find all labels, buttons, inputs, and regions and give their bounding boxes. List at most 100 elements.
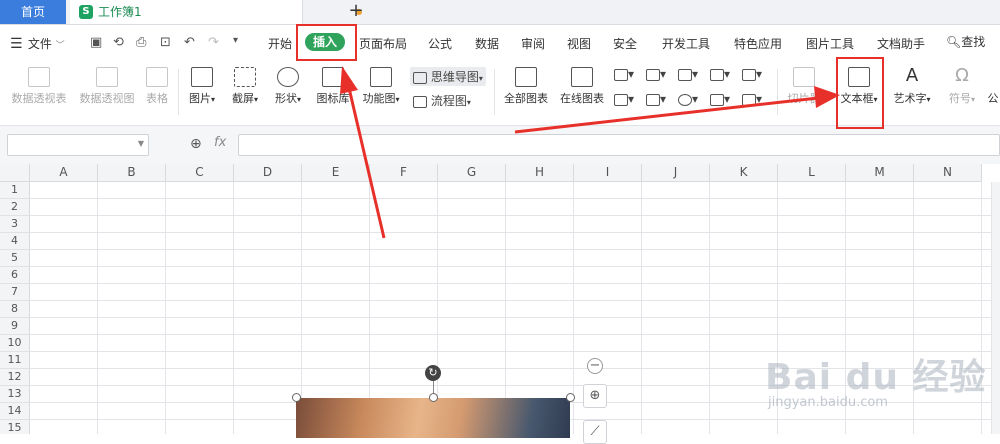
- row-header[interactable]: 8: [0, 301, 30, 318]
- format-painter-icon[interactable]: ⟲: [113, 35, 124, 50]
- wordart-button[interactable]: A 艺术字▾: [890, 67, 934, 106]
- menu-data[interactable]: 数据: [475, 35, 499, 52]
- shape-button[interactable]: 形状▾: [270, 67, 306, 106]
- icon-library-label: 图标库: [316, 92, 350, 105]
- row-header[interactable]: 12: [0, 369, 30, 386]
- area-chart-icon[interactable]: ▾: [742, 67, 762, 81]
- mindmap-button[interactable]: 思维导图▾: [410, 67, 486, 86]
- menu-view[interactable]: 视图: [567, 35, 591, 52]
- rotate-handle-icon[interactable]: ↻: [425, 365, 441, 381]
- customize-arrow-icon[interactable]: ▾: [233, 35, 238, 46]
- column-header[interactable]: H: [506, 164, 574, 182]
- row-header[interactable]: 2: [0, 199, 30, 216]
- column-header[interactable]: C: [166, 164, 234, 182]
- print-preview-icon[interactable]: ⊡: [160, 35, 171, 50]
- function-chart-icon: [370, 67, 392, 87]
- grid-line: [30, 300, 1000, 301]
- row-header[interactable]: 6: [0, 267, 30, 284]
- menu-formulas[interactable]: 公式: [428, 35, 452, 52]
- new-tab-button[interactable]: +: [346, 0, 366, 24]
- crop-picture-button[interactable]: ⟋: [583, 420, 607, 444]
- resize-handle-top-right[interactable]: [566, 393, 575, 402]
- ribbon-divider: [777, 69, 778, 115]
- search-button[interactable]: 🔍︎查找: [946, 33, 985, 50]
- online-chart-button[interactable]: 在线图表: [557, 67, 607, 106]
- row-header[interactable]: 3: [0, 216, 30, 233]
- menu-features[interactable]: 特色应用: [734, 35, 782, 52]
- menu-home[interactable]: 开始: [268, 35, 292, 52]
- formula-button[interactable]: 公: [986, 67, 1000, 106]
- undo-icon[interactable]: ↶: [184, 35, 195, 50]
- row-header[interactable]: 5: [0, 250, 30, 267]
- pivot-chart-button[interactable]: 数据透视图: [76, 67, 138, 106]
- column-header[interactable]: M: [846, 164, 914, 182]
- row-header[interactable]: 1: [0, 182, 30, 199]
- radar-chart-icon[interactable]: ▾: [710, 67, 730, 81]
- fx-icon[interactable]: fx: [214, 135, 226, 150]
- tab-workbook[interactable]: S 工作簿1: [70, 0, 362, 24]
- picture-button[interactable]: 图片▾: [184, 67, 220, 106]
- grid-line: [30, 198, 1000, 199]
- function-chart-button[interactable]: 功能图▾: [358, 67, 404, 106]
- other-chart-icon[interactable]: ▾: [742, 92, 762, 106]
- row-header[interactable]: 7: [0, 284, 30, 301]
- pivot-table-button[interactable]: 数据透视表: [8, 67, 70, 106]
- row-header[interactable]: 4: [0, 233, 30, 250]
- menu-doc-assistant[interactable]: 文档助手: [877, 35, 925, 52]
- all-charts-label: 全部图表: [504, 92, 548, 105]
- column-header[interactable]: J: [642, 164, 710, 182]
- menu-picture-tools[interactable]: 图片工具: [806, 35, 854, 52]
- save-icon[interactable]: ▣: [90, 35, 102, 50]
- resize-handle-top-left[interactable]: [292, 393, 301, 402]
- row-header[interactable]: 14: [0, 403, 30, 420]
- column-header[interactable]: E: [302, 164, 370, 182]
- tab-home[interactable]: 首页: [0, 0, 66, 24]
- row-header[interactable]: 13: [0, 386, 30, 403]
- menu-page-layout[interactable]: 页面布局: [359, 35, 407, 52]
- row-header[interactable]: 10: [0, 335, 30, 352]
- column-header[interactable]: L: [778, 164, 846, 182]
- all-charts-button[interactable]: 全部图表: [502, 67, 550, 106]
- zoom-icon[interactable]: ⊕: [190, 136, 202, 152]
- column-header[interactable]: D: [234, 164, 302, 182]
- tab-bar: 首页 S 工作簿1 +: [0, 0, 1000, 25]
- column-header[interactable]: I: [574, 164, 642, 182]
- menu-security[interactable]: 安全: [613, 35, 637, 52]
- vertical-scrollbar[interactable]: [991, 182, 1000, 434]
- row-header[interactable]: 9: [0, 318, 30, 335]
- zoom-in-picture-button[interactable]: ⊕: [583, 384, 607, 408]
- row-header[interactable]: 15: [0, 420, 30, 434]
- redo-icon[interactable]: ↷: [208, 35, 219, 50]
- name-box[interactable]: ▼: [7, 134, 149, 156]
- column-header[interactable]: F: [370, 164, 438, 182]
- formula-input[interactable]: [238, 134, 1000, 156]
- zoom-out-button[interactable]: −: [587, 358, 603, 374]
- column-header[interactable]: A: [30, 164, 98, 182]
- line-chart-icon[interactable]: ▾: [678, 67, 698, 81]
- column-header[interactable]: B: [98, 164, 166, 182]
- scatter-chart-icon[interactable]: ▾: [710, 92, 730, 106]
- column-header[interactable]: G: [438, 164, 506, 182]
- file-menu[interactable]: ☰ 文件 ﹀: [10, 35, 65, 52]
- menu-developer[interactable]: 开发工具: [662, 35, 710, 52]
- table-button[interactable]: 表格: [142, 67, 172, 106]
- inserted-picture[interactable]: [296, 398, 570, 438]
- map-chart-icon[interactable]: ▾: [614, 92, 634, 106]
- column-header[interactable]: K: [710, 164, 778, 182]
- symbol-button[interactable]: Ω 符号▾: [944, 67, 980, 106]
- screenshot-button[interactable]: 截屏▾: [227, 67, 263, 106]
- select-all-corner[interactable]: [0, 164, 30, 182]
- resize-handle-top[interactable]: [429, 393, 438, 402]
- column-header[interactable]: N: [914, 164, 982, 182]
- stock-chart-icon[interactable]: ▾: [646, 92, 666, 106]
- row-header[interactable]: 11: [0, 352, 30, 369]
- icon-library-button[interactable]: 图标库: [313, 67, 353, 106]
- screenshot-label: 截屏: [231, 92, 254, 105]
- slicer-button[interactable]: 切片器: [784, 67, 824, 106]
- column-chart-icon[interactable]: ▾: [614, 67, 634, 81]
- menu-review[interactable]: 审阅: [521, 35, 545, 52]
- bar-chart-small-icon[interactable]: ▾: [646, 67, 666, 81]
- pie-chart-icon[interactable]: ▾: [678, 92, 698, 106]
- print-icon[interactable]: ⎙: [136, 35, 146, 50]
- flowchart-button[interactable]: 流程图▾: [413, 92, 471, 109]
